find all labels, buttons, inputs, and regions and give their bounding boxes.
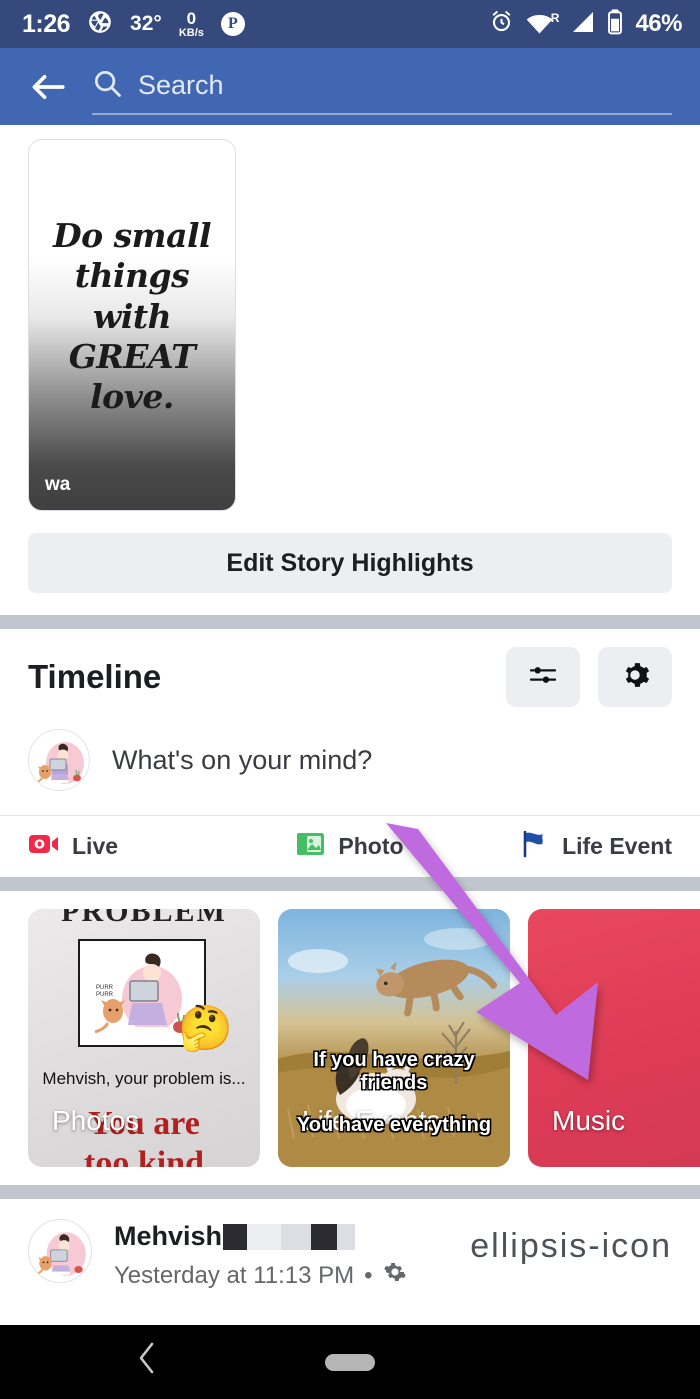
photo-icon (296, 830, 326, 863)
section-separator (0, 615, 700, 629)
timeline-header: Timeline (28, 647, 672, 707)
aperture-icon (87, 9, 113, 40)
edit-story-highlights-button[interactable]: Edit Story Highlights (28, 533, 672, 593)
highlight-cards-section: PROBLEM PURR PURR 🤔 Mehvish, your proble… (0, 891, 700, 1185)
flag-icon (520, 830, 550, 863)
section-separator (0, 1185, 700, 1199)
back-arrow-icon[interactable] (28, 67, 68, 107)
life-events-meme-line1: If you have crazy friends (313, 1049, 475, 1094)
action-life-event[interactable]: Life Event (459, 830, 672, 863)
post-meta: Yesterday at 11:13 PM • (114, 1260, 470, 1291)
story-quote-line2: things with (74, 256, 190, 336)
action-live[interactable]: Live (28, 831, 241, 862)
photos-card-red-line2: too kind (84, 1145, 204, 1167)
story-quote-line1: Do small (52, 216, 212, 255)
status-temperature: 32° (130, 12, 162, 35)
post-name-row: Mehvish (114, 1221, 470, 1252)
redacted-name-blocks (223, 1223, 356, 1250)
svg-text:PURR: PURR (96, 985, 114, 991)
highlight-cards-row[interactable]: PROBLEM PURR PURR 🤔 Mehvish, your proble… (28, 909, 700, 1167)
action-photo[interactable]: Photo (241, 830, 460, 863)
composer-action-row: Live Photo Life Event (0, 815, 700, 877)
search-input[interactable]: Search (138, 70, 224, 101)
story-watermark: wa (45, 474, 71, 495)
timeline-actions (506, 647, 672, 707)
timeline-filter-button[interactable] (506, 647, 580, 707)
card-music-label: Music (552, 1105, 626, 1136)
post-meta-separator: • (364, 1261, 373, 1289)
battery-percent: 46% (635, 10, 682, 37)
card-photos[interactable]: PROBLEM PURR PURR 🤔 Mehvish, your proble… (28, 909, 260, 1167)
post-more-options-button[interactable]: ellipsis-icon (470, 1219, 672, 1263)
photos-card-caption: Mehvish, your problem is... (42, 1069, 246, 1088)
app-bar: Search (0, 48, 700, 125)
thinking-face-emoji: 🤔 (178, 1004, 233, 1053)
story-highlights-section: Do small things with GREAT love. wa Edit… (0, 125, 700, 615)
status-network-rate: 0 KB/s (179, 10, 204, 39)
post-timestamp: Yesterday at 11:13 PM (114, 1261, 355, 1289)
gear-icon[interactable] (383, 1260, 407, 1291)
live-video-icon (28, 831, 60, 862)
battery-icon (607, 8, 623, 40)
life-events-meme-line2: You have everything (296, 1114, 492, 1136)
timeline-section: Timeline What's on your mind? (0, 629, 700, 815)
post-body: Mehvish Yesterday at 11:13 PM • (114, 1219, 470, 1291)
story-quote-line3: GREAT love. (68, 336, 196, 416)
parking-badge-icon: P (220, 12, 245, 36)
alarm-clock-icon (489, 9, 514, 39)
story-quote: Do small things with GREAT love. (29, 216, 235, 417)
status-time: 1:26 (22, 9, 71, 38)
status-bar: 1:26 32° 0 KB/s P R 46% (0, 0, 700, 48)
action-photo-label: Photo (338, 833, 404, 859)
action-life-event-label: Life Event (562, 833, 672, 859)
network-rate-value: 0 (186, 8, 197, 28)
signal-bars-icon (571, 11, 595, 38)
search-icon (92, 68, 122, 103)
wifi-icon: R (526, 10, 560, 35)
composer-placeholder[interactable]: What's on your mind? (112, 745, 372, 776)
svg-text:PURR: PURR (96, 992, 114, 998)
status-bar-left: 1:26 32° 0 KB/s P (22, 9, 245, 40)
section-separator (0, 877, 700, 891)
card-life-events[interactable]: If you have crazy friends You have every… (278, 909, 510, 1167)
post-composer[interactable]: What's on your mind? (28, 707, 672, 815)
avatar[interactable] (28, 1219, 92, 1283)
search-bar[interactable]: Search (92, 59, 672, 115)
avatar (28, 729, 90, 791)
gear-icon (620, 660, 650, 695)
photos-card-top-text: PROBLEM (61, 909, 227, 928)
card-music[interactable]: Music (528, 909, 700, 1167)
gesture-pill[interactable] (325, 1353, 375, 1371)
status-bar-right: R 46% (489, 8, 682, 40)
roaming-indicator: R (550, 10, 560, 25)
post-author-name[interactable]: Mehvish (114, 1221, 222, 1252)
phone-screen: 1:26 32° 0 KB/s P R 46% Search Do small … (0, 0, 700, 1399)
system-nav-bar (0, 1325, 700, 1399)
post-header: Mehvish Yesterday at 11:13 PM • ellipsis… (0, 1199, 700, 1311)
network-rate-unit: KB/s (178, 26, 204, 39)
sliders-icon (527, 659, 559, 696)
timeline-settings-button[interactable] (598, 647, 672, 707)
story-highlight-card[interactable]: Do small things with GREAT love. wa (28, 139, 236, 511)
chevron-left-icon[interactable] (136, 1341, 158, 1383)
action-live-label: Live (72, 833, 119, 859)
card-photos-label: Photos (52, 1105, 140, 1136)
timeline-title: Timeline (28, 658, 162, 695)
